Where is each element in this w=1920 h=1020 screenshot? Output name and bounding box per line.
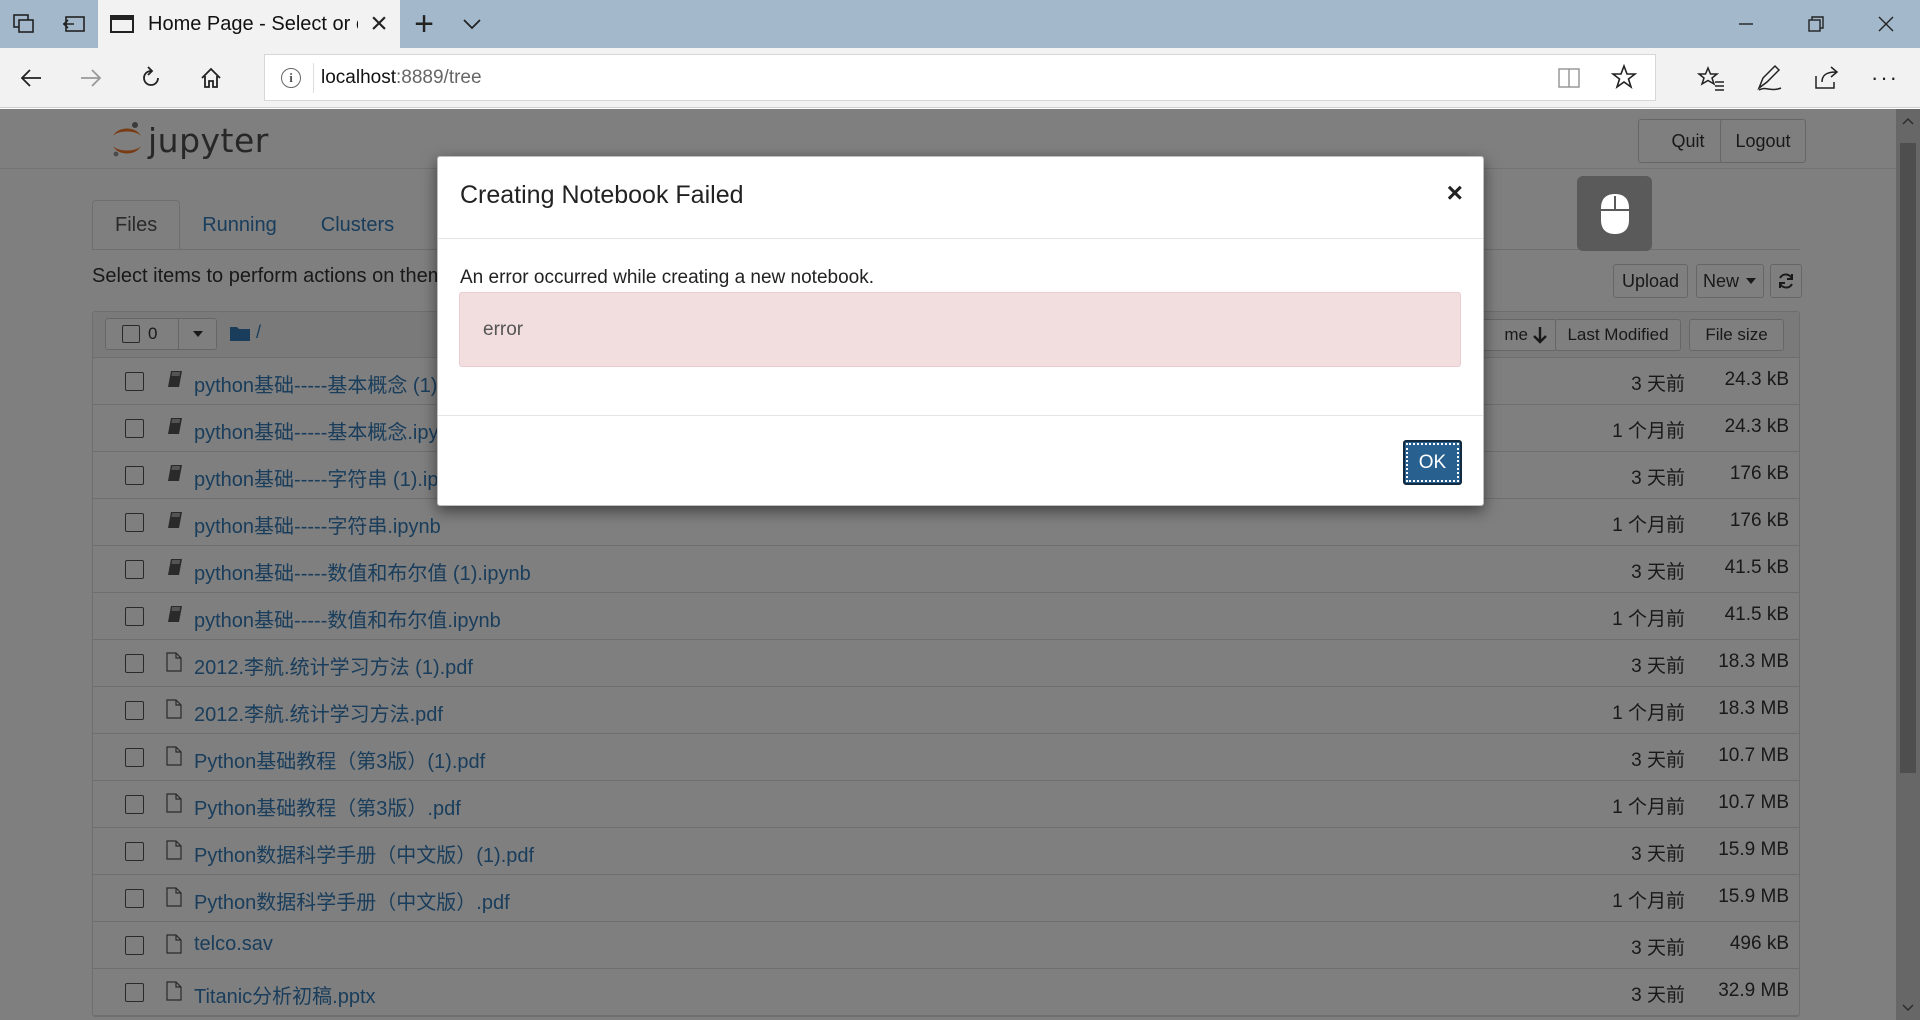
- close-tab-icon[interactable]: ×: [364, 9, 394, 39]
- favorite-star-icon[interactable]: [1610, 63, 1638, 95]
- restore-icon[interactable]: [1782, 0, 1850, 48]
- error-text: error: [483, 319, 524, 340]
- address-bar: i localhost:8889/tree ···: [0, 48, 1920, 108]
- home-icon[interactable]: [182, 48, 240, 108]
- browser-tab-active[interactable]: Home Page - Select or create a notebook …: [98, 0, 400, 48]
- dialog-footer-divider: [438, 415, 1483, 416]
- mouse-icon: [1600, 193, 1629, 234]
- tab-manager-icon[interactable]: [0, 0, 48, 48]
- error-dialog: Creating Notebook Failed × An error occu…: [437, 156, 1484, 506]
- url-text: localhost:8889/tree: [321, 67, 482, 89]
- close-icon[interactable]: ×: [1447, 177, 1463, 209]
- forward-icon[interactable]: [62, 48, 120, 108]
- ok-button[interactable]: OK: [1403, 440, 1462, 485]
- url-path: :8889/tree: [396, 67, 482, 88]
- minimize-icon[interactable]: [1712, 0, 1780, 48]
- url-separator: [313, 63, 314, 93]
- error-alert: error: [459, 292, 1461, 367]
- more-options-icon[interactable]: ···: [1856, 48, 1914, 108]
- url-host: localhost: [321, 67, 396, 88]
- back-icon[interactable]: [2, 48, 60, 108]
- dialog-body: An error occurred while creating a new n…: [438, 239, 1483, 571]
- favorites-icon[interactable]: [1682, 48, 1740, 108]
- dialog-title: Creating Notebook Failed: [460, 181, 744, 209]
- close-window-icon[interactable]: [1852, 0, 1920, 48]
- refresh-icon[interactable]: [122, 48, 180, 108]
- set-aside-tabs-icon[interactable]: [50, 0, 98, 48]
- page-icon: [110, 15, 134, 33]
- tab-title: Home Page - Select or create a notebook: [148, 12, 358, 35]
- floating-widget[interactable]: [1577, 176, 1652, 251]
- url-field[interactable]: i localhost:8889/tree: [264, 54, 1656, 101]
- dialog-header: Creating Notebook Failed ×: [438, 157, 1483, 239]
- chevron-down-icon[interactable]: [452, 0, 492, 48]
- share-icon[interactable]: [1798, 48, 1856, 108]
- reading-view-icon[interactable]: [1557, 67, 1581, 94]
- notes-pen-icon[interactable]: [1740, 48, 1798, 108]
- browser-tab-bar: Home Page - Select or create a notebook …: [0, 0, 1920, 48]
- dialog-message: An error occurred while creating a new n…: [460, 267, 875, 288]
- info-icon[interactable]: i: [281, 68, 301, 88]
- new-tab-icon[interactable]: +: [404, 0, 444, 48]
